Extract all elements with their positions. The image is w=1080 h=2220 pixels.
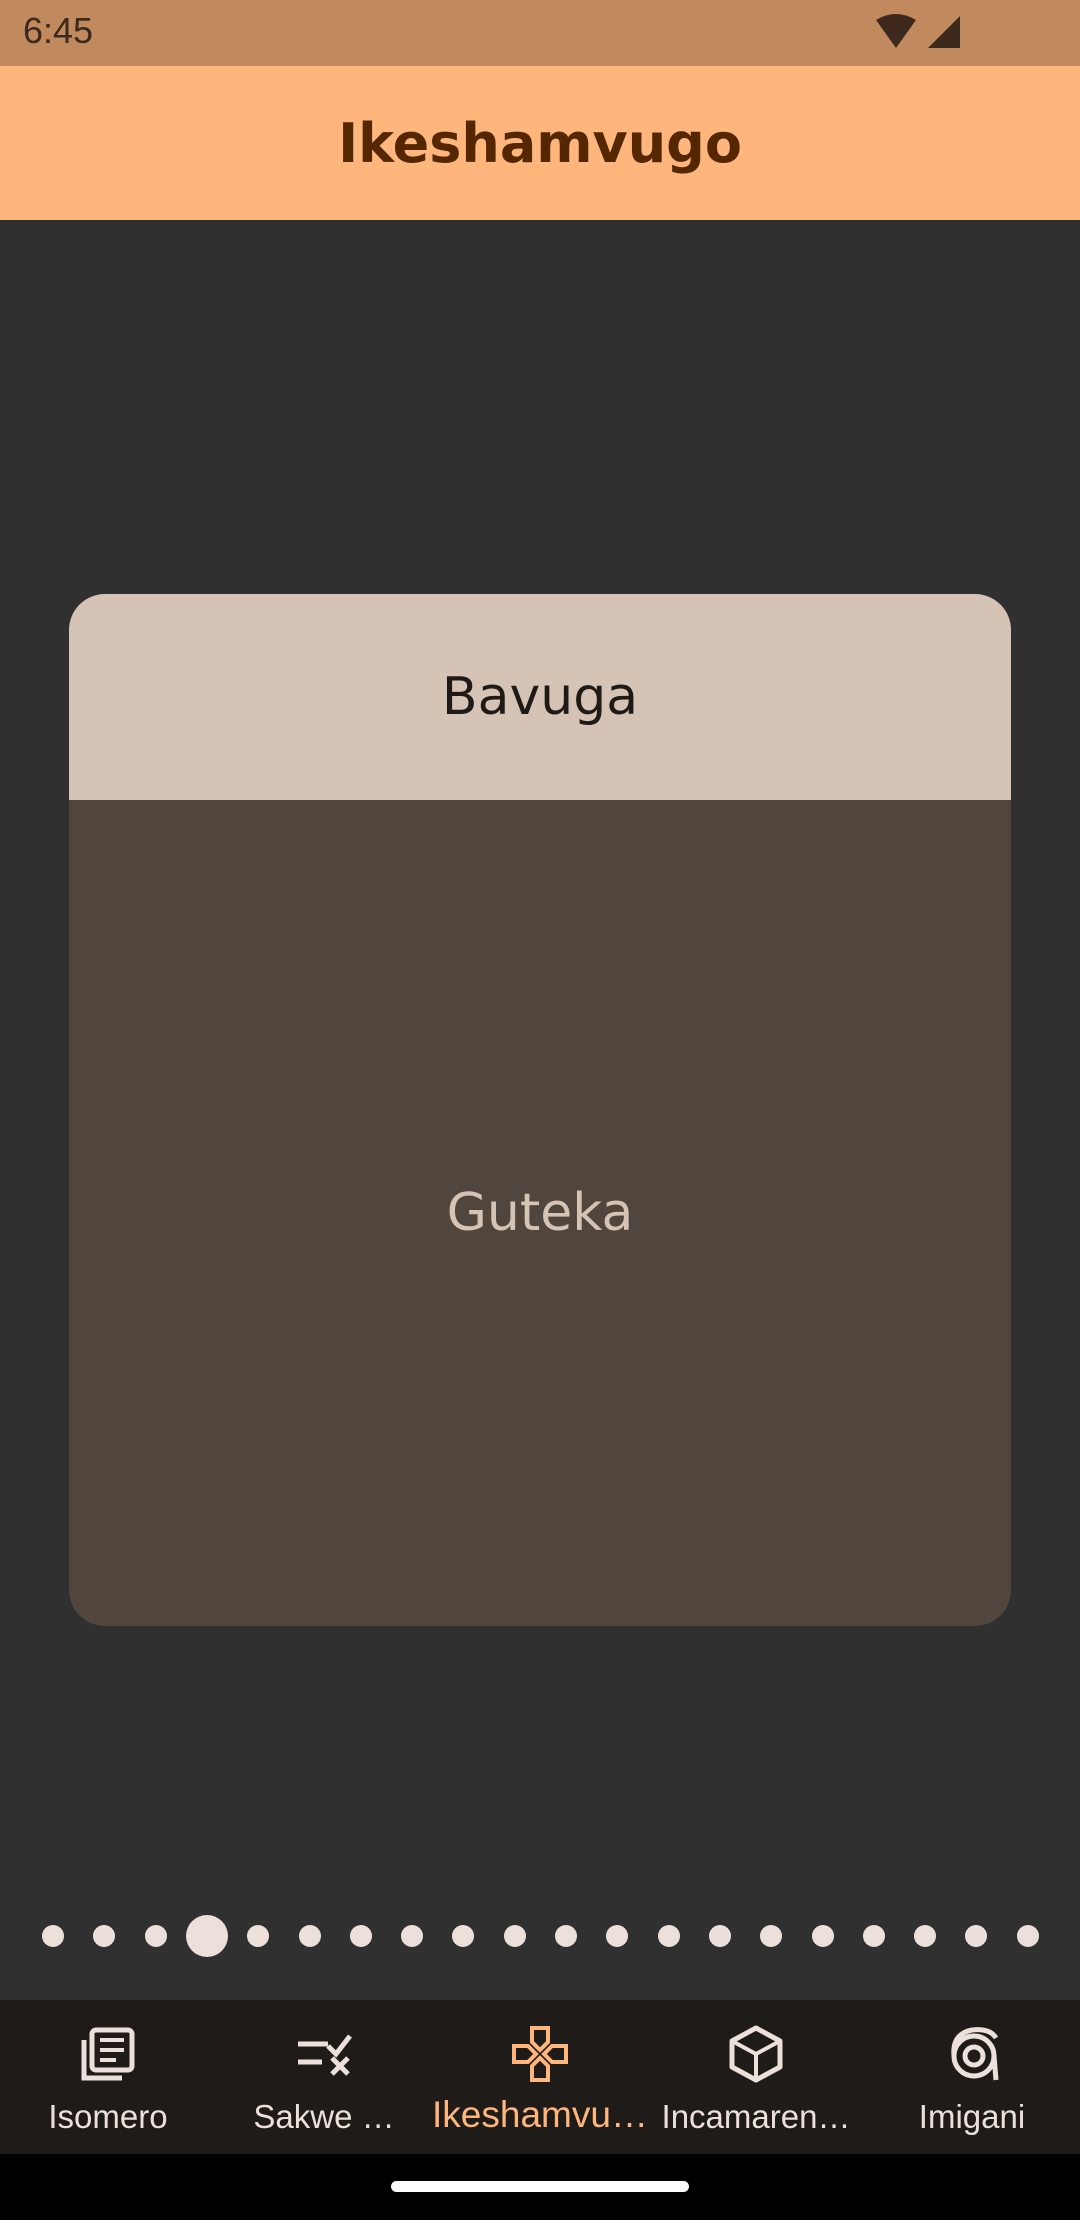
page-dot[interactable] <box>862 1925 885 1947</box>
nav-item-isomero[interactable]: Isomero <box>0 2000 216 2154</box>
status-time: 6:45 <box>23 10 94 51</box>
page-dot[interactable] <box>349 1925 372 1947</box>
page-dot[interactable] <box>914 1925 937 1947</box>
page-dot[interactable] <box>401 1925 424 1947</box>
spiral-icon <box>951 2027 999 2081</box>
status-bar: 6:45 <box>0 0 1080 66</box>
system-gesture-area <box>0 2154 1080 2220</box>
page-dot[interactable] <box>42 1925 64 1947</box>
page-indicator[interactable] <box>0 1915 1080 1957</box>
page-dot[interactable] <box>247 1925 270 1947</box>
page-dot[interactable] <box>760 1925 783 1947</box>
page-dot[interactable] <box>965 1925 988 1947</box>
app-screen: 6:45 Ikeshamvugo Bavuga Guteka Isomero S… <box>0 0 1080 2220</box>
nav-item-imigani[interactable]: Imigani <box>864 2000 1080 2154</box>
flashcard-term: Bavuga <box>441 667 639 727</box>
page-dot[interactable] <box>1016 1925 1039 1947</box>
checklist-icon <box>298 2034 352 2076</box>
nav-label-incamarenga: Incamaren… <box>661 2098 851 2135</box>
bottom-navigation: Isomero Sakwe … Ikeshamvu… Incamaren… Im… <box>0 2000 1080 2154</box>
cellular-signal-icon <box>928 16 960 48</box>
page-dot[interactable] <box>811 1925 834 1947</box>
page-dot[interactable] <box>708 1925 731 1947</box>
nav-item-incamarenga[interactable]: Incamaren… <box>648 2000 864 2154</box>
flashcard-body: Guteka <box>69 800 1011 1626</box>
page-dot[interactable] <box>503 1925 526 1947</box>
nav-label-ikeshamvugo: Ikeshamvu… <box>432 2094 648 2135</box>
page-dot[interactable] <box>606 1925 629 1947</box>
page-dot[interactable] <box>93 1925 116 1947</box>
status-icons <box>874 14 962 50</box>
nav-item-sakwe[interactable]: Sakwe … <box>216 2000 432 2154</box>
nav-label-imigani: Imigani <box>918 2098 1026 2135</box>
page-dot[interactable] <box>555 1925 577 1947</box>
page-dot[interactable] <box>657 1925 680 1947</box>
article-icon <box>81 2027 135 2081</box>
gamepad-icon <box>512 2026 568 2082</box>
app-bar: Ikeshamvugo <box>0 66 1080 220</box>
flashcard-definition: Guteka <box>446 1183 634 1243</box>
nav-label-sakwe: Sakwe … <box>253 2098 395 2135</box>
page-title: Ikeshamvugo <box>338 111 742 175</box>
wifi-icon <box>876 14 916 48</box>
flashcard[interactable]: Bavuga Guteka <box>69 594 1011 1626</box>
cube-icon <box>729 2025 783 2083</box>
page-dot[interactable] <box>298 1925 321 1947</box>
flashcard-header: Bavuga <box>69 594 1011 800</box>
page-dot-active[interactable] <box>185 1915 228 1957</box>
home-gesture-handle[interactable] <box>391 2181 689 2192</box>
nav-label-isomero: Isomero <box>48 2098 168 2135</box>
nav-item-ikeshamvugo[interactable]: Ikeshamvu… <box>432 2000 648 2154</box>
page-dot[interactable] <box>452 1925 475 1947</box>
page-dot[interactable] <box>144 1925 167 1947</box>
